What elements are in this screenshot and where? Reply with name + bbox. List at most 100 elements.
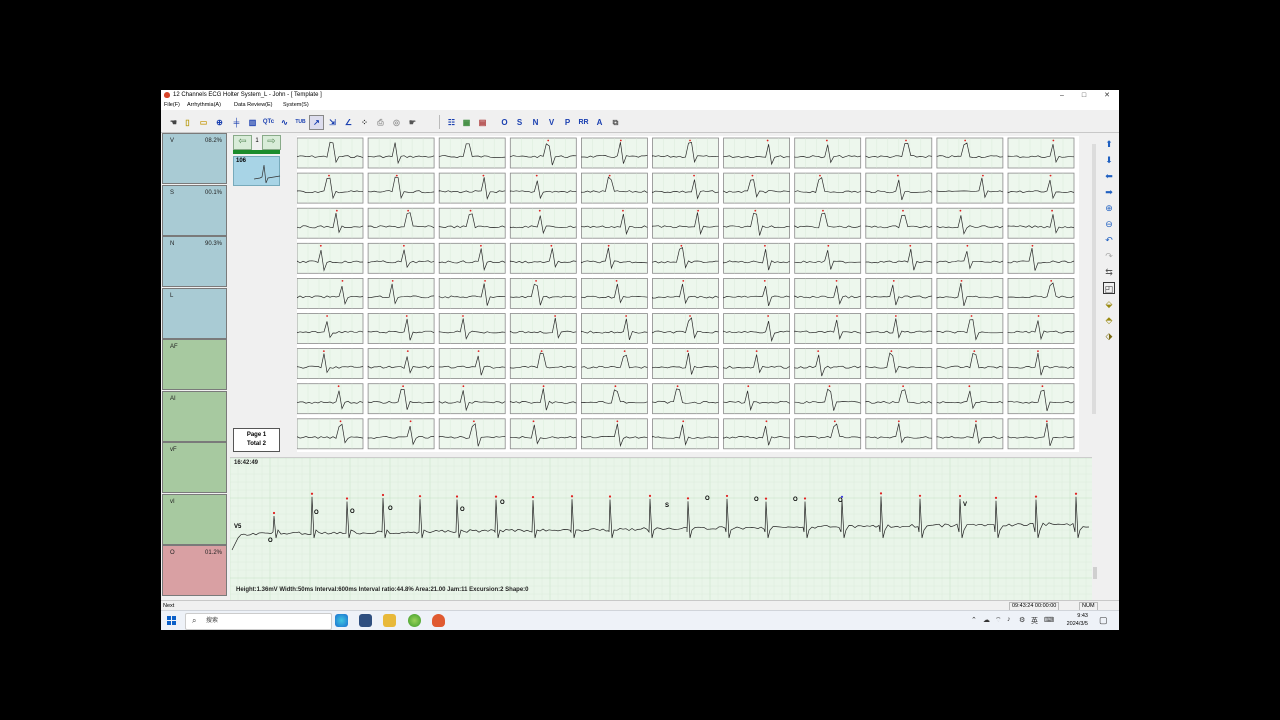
beat-template-cell[interactable] bbox=[509, 277, 577, 309]
beat-template-cell[interactable] bbox=[723, 242, 791, 274]
beat-marker[interactable] bbox=[455, 495, 459, 498]
beat-a-button[interactable]: A bbox=[592, 115, 607, 130]
beat-marker[interactable] bbox=[879, 492, 883, 495]
beat-template-cell[interactable] bbox=[1007, 277, 1075, 309]
beat-marker[interactable] bbox=[994, 496, 998, 499]
beat-template-cell[interactable] bbox=[936, 383, 1004, 415]
beat-template-cell[interactable] bbox=[794, 172, 862, 204]
maximize-button[interactable]: □ bbox=[1073, 90, 1095, 101]
beat-template-cell[interactable] bbox=[509, 207, 577, 239]
select-box-icon[interactable]: ◰ bbox=[1103, 282, 1115, 294]
beat-n-button[interactable]: N bbox=[528, 115, 543, 130]
beat-marker[interactable] bbox=[648, 494, 652, 497]
green-app-icon[interactable] bbox=[408, 614, 421, 627]
prev-arrow-icon[interactable]: ⇦ bbox=[233, 135, 252, 150]
beat-template-cell[interactable] bbox=[367, 207, 435, 239]
beat-template-cell[interactable] bbox=[509, 137, 577, 169]
arrow-right-icon[interactable]: ➡ bbox=[1103, 186, 1115, 198]
beat-marker[interactable] bbox=[608, 495, 612, 498]
beat-marker[interactable] bbox=[725, 494, 729, 498]
beat-template-cell[interactable] bbox=[865, 242, 933, 274]
beat-template-cell[interactable] bbox=[1007, 383, 1075, 415]
beat-template-cell[interactable] bbox=[438, 172, 506, 204]
beat-template-cell[interactable] bbox=[367, 172, 435, 204]
beat-template-cell[interactable] bbox=[652, 348, 719, 380]
beat-marker[interactable] bbox=[310, 492, 314, 495]
pointer-icon[interactable]: ↗ bbox=[309, 115, 324, 130]
category-o[interactable]: O 01.2% bbox=[162, 545, 227, 596]
beat-template-cell[interactable] bbox=[652, 277, 719, 309]
beat-marker[interactable] bbox=[272, 511, 276, 515]
beat-template-cell[interactable] bbox=[723, 313, 791, 344]
strip-scrollbar[interactable] bbox=[1092, 457, 1098, 599]
beat-marker[interactable] bbox=[418, 495, 422, 498]
wave-icon[interactable]: ∿ bbox=[277, 115, 292, 130]
hand-tool-icon[interactable]: ☚ bbox=[166, 115, 181, 130]
beat-template-cell[interactable] bbox=[580, 207, 648, 239]
network-icon[interactable]: ☁ bbox=[983, 616, 990, 624]
grid-icon[interactable]: ⁘ bbox=[357, 115, 372, 130]
beat-template-cell[interactable] bbox=[652, 207, 719, 239]
beat-template-cell[interactable] bbox=[723, 383, 791, 415]
ime-indicator[interactable]: 英 bbox=[1031, 616, 1038, 626]
next-arrow-icon[interactable]: ⇨ bbox=[262, 135, 281, 150]
beat-template-cell[interactable] bbox=[509, 383, 577, 415]
beat-template-cell[interactable] bbox=[438, 277, 506, 309]
beat-template-cell[interactable] bbox=[936, 242, 1004, 274]
menu-system[interactable]: System(S) bbox=[283, 101, 309, 110]
report-icon[interactable]: ▤ bbox=[475, 115, 490, 130]
wifi-icon[interactable]: ⌔ bbox=[995, 616, 1002, 625]
beat-template-cell[interactable] bbox=[723, 277, 791, 309]
category-v[interactable]: V 08.2% bbox=[162, 133, 227, 184]
delete-template-icon[interactable]: ⬗ bbox=[1103, 330, 1115, 342]
beat-template-cell[interactable] bbox=[297, 137, 364, 169]
arrow-left-icon[interactable]: ⬅ bbox=[1103, 170, 1115, 182]
grid-scroll-thumb[interactable] bbox=[1092, 144, 1096, 414]
beat-template-cell[interactable] bbox=[297, 277, 364, 309]
beat-template-cell[interactable] bbox=[865, 172, 933, 204]
menu-arrhythmia[interactable]: Arrhythmia(A) bbox=[187, 101, 221, 110]
beat-template-cell[interactable] bbox=[723, 418, 791, 450]
beat-template-cell[interactable] bbox=[509, 348, 577, 380]
beat-template-cell[interactable] bbox=[1007, 348, 1075, 380]
beat-template-cell[interactable] bbox=[936, 348, 1004, 380]
beat-template-cell[interactable] bbox=[297, 383, 364, 415]
category-s[interactable]: S 00.1% bbox=[162, 184, 227, 236]
beat-marker[interactable] bbox=[803, 497, 807, 500]
beat-template-cell[interactable] bbox=[297, 207, 364, 239]
volume-icon[interactable]: ♪ bbox=[1007, 616, 1011, 623]
store-app-icon[interactable] bbox=[359, 614, 372, 627]
beat-template-cell[interactable] bbox=[367, 242, 435, 274]
beat-marker[interactable] bbox=[1074, 492, 1078, 495]
beat-marker[interactable] bbox=[918, 494, 922, 497]
beat-template-cell[interactable] bbox=[652, 383, 719, 415]
zoom-in-icon[interactable]: ⊕ bbox=[1103, 202, 1115, 214]
beat-template-cell[interactable] bbox=[580, 242, 648, 274]
zoom-icon[interactable]: ⊕ bbox=[212, 115, 227, 130]
beat-marker[interactable] bbox=[570, 495, 574, 498]
close-button[interactable]: ✕ bbox=[1096, 90, 1118, 101]
filter-icon[interactable]: ╪ bbox=[229, 115, 244, 130]
beat-template-cell[interactable] bbox=[723, 137, 791, 169]
settings-tray-icon[interactable]: ⚙ bbox=[1019, 616, 1025, 624]
minimize-button[interactable]: – bbox=[1051, 90, 1073, 101]
category-vi[interactable]: vI bbox=[162, 493, 227, 545]
keyboard-icon[interactable]: ⌨ bbox=[1044, 616, 1054, 624]
beat-template-cell[interactable] bbox=[1007, 242, 1075, 274]
split-icon[interactable]: ⬘ bbox=[1103, 314, 1115, 326]
taskbar-clock[interactable]: 9:43 2024/3/5 bbox=[1058, 612, 1088, 628]
beat-template-cell[interactable] bbox=[367, 277, 435, 309]
beat-template-cell[interactable] bbox=[297, 172, 364, 204]
beat-s-button[interactable]: S bbox=[512, 115, 527, 130]
beat-template-cell[interactable] bbox=[297, 348, 364, 380]
beat-template-cell[interactable] bbox=[794, 242, 862, 274]
chart-icon[interactable]: ▦ bbox=[459, 115, 474, 130]
beat-template-cell[interactable] bbox=[936, 313, 1004, 344]
category-vf[interactable]: vF bbox=[162, 442, 227, 493]
beat-template-cell[interactable] bbox=[652, 242, 719, 274]
menu-file[interactable]: File(F) bbox=[164, 101, 180, 110]
beat-template-cell[interactable] bbox=[297, 313, 364, 344]
beat-marker[interactable] bbox=[686, 497, 690, 500]
beat-template-cell[interactable] bbox=[438, 383, 506, 415]
copy-icon[interactable]: ⧉ bbox=[608, 115, 623, 130]
